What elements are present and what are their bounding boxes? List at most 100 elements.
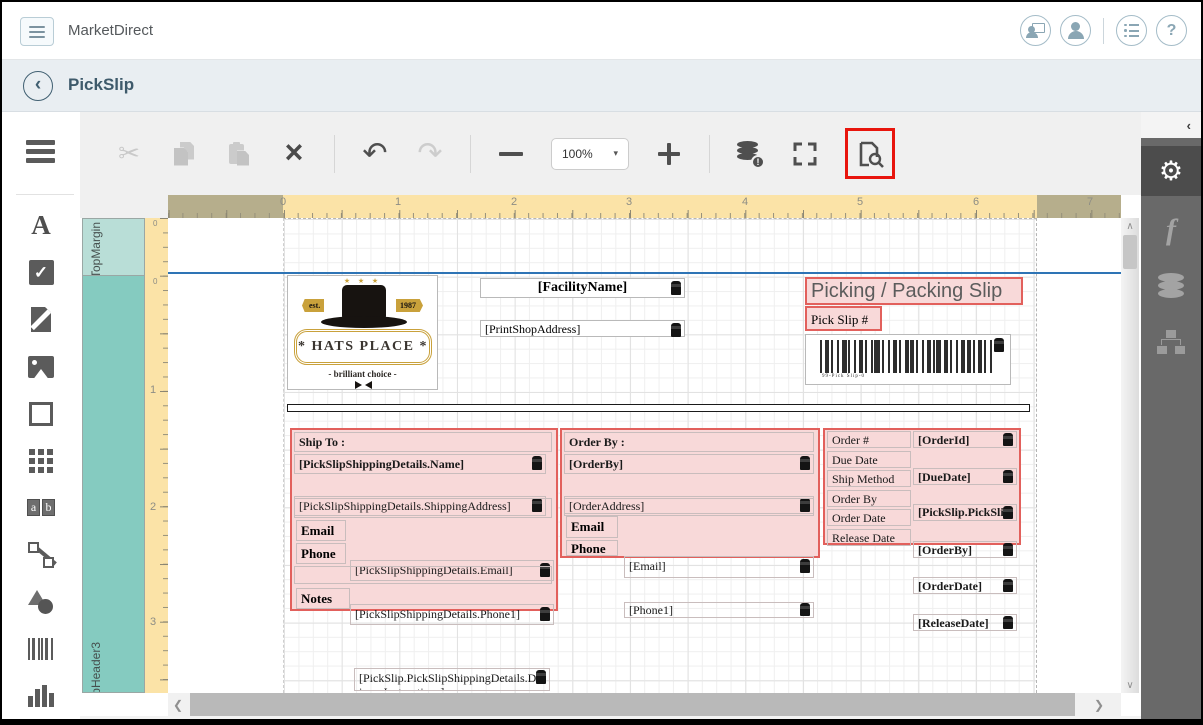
text-tool[interactable]: A [27,212,55,239]
back-chevron-icon: ‹ [35,74,41,96]
horizontal-scroll-thumb[interactable] [190,693,1075,716]
order-by-name-field[interactable]: [OrderBy] [564,454,814,474]
shape-tool[interactable] [27,588,55,615]
paste-icon [229,142,249,166]
scroll-down-arrow[interactable]: ∨ [1121,677,1139,693]
undo-button[interactable]: ↶ [360,139,390,169]
data-field-icon [1003,579,1013,592]
print-shop-address-field[interactable]: [PrintShopAddress] [480,320,685,337]
horizontal-scrollbar[interactable]: ❮ ❯ [168,693,1121,716]
ruler-ticks [160,218,168,693]
pick-slip-number-label[interactable]: Pick Slip # [805,306,882,331]
order-by-title: Order By : [564,432,814,452]
person-body-icon [1026,32,1038,38]
preview-button[interactable] [855,139,885,169]
rich-text-tool[interactable] [27,306,55,333]
scroll-right-arrow[interactable]: ❯ [1089,693,1109,716]
app-title: MarketDirect [68,22,153,39]
stars-icon: ★ ★ ★ [288,277,437,285]
label-tool[interactable]: ab [27,494,55,521]
scroll-left-arrow[interactable]: ❮ [168,693,188,716]
plus-icon [658,143,680,165]
redo-button[interactable]: ↷ [415,139,445,169]
order-phone-field[interactable]: [Phone1] [624,602,814,618]
order-row-label: Due Date [827,451,911,468]
cut-button[interactable]: ✂ [114,139,144,169]
top-header: MarketDirect ? [2,2,1201,60]
order-row-value[interactable]: [OrderId] [913,431,1017,448]
database-alert-icon: ! [737,141,763,167]
ruler-ticks [168,210,1121,218]
order-row-value[interactable]: [OrderDate] [913,577,1017,594]
zoom-value: 100% [562,147,593,161]
tool-list: A ✓ ab [2,212,80,709]
band-group-header[interactable]: GroupHeader3 [82,276,145,693]
ship-notes-field[interactable]: [PickSlip.PickSlipShippingDetails.Delive… [354,668,550,691]
structure-tab[interactable] [1141,320,1201,364]
list-glyph [1124,24,1139,38]
vertical-scrollbar[interactable]: ∧ ∨ [1121,218,1139,693]
chart-tool[interactable] [27,682,55,709]
divider-bar-element[interactable] [287,404,1030,412]
copy-button[interactable] [169,139,199,169]
image-tool[interactable] [27,353,55,380]
help-icon[interactable]: ? [1156,15,1187,46]
data-validation-button[interactable]: ! [735,139,765,169]
ruler-number: 4 [742,196,748,208]
table-tool[interactable] [27,447,55,474]
order-row-label: Ship Method [827,470,911,487]
logo-image-element[interactable]: ★ ★ ★ est. 1987 * HATS PLACE * - brillia… [287,275,438,390]
order-info-table[interactable]: Order # [OrderId] Due Date [DueDate] Shi… [823,428,1021,545]
paste-button[interactable] [224,139,254,169]
order-email-field[interactable]: [Email] [624,556,814,578]
data-field-icon [540,607,550,621]
minus-icon [499,152,523,156]
panel-collapse-button[interactable]: ‹ [1141,112,1201,138]
back-button[interactable]: ‹ [23,71,53,101]
order-row-value[interactable]: [OrderBy] [913,541,1017,558]
settings-tab[interactable]: ⚙ [1141,146,1201,196]
order-by-section[interactable]: Order By : [OrderBy] [OrderAddress] Emai… [560,428,820,558]
rectangle-tool[interactable] [27,400,55,427]
ab-label-icon: ab [27,499,55,516]
fullscreen-button[interactable] [790,139,820,169]
data-field-icon [1003,543,1013,556]
checkbox-tool[interactable]: ✓ [27,259,55,286]
barcode-tool[interactable] [27,635,55,662]
barcode-element[interactable]: 99-Pick Slip-0 [805,334,1011,385]
ship-to-section[interactable]: Ship To : [PickSlipShippingDetails.Name]… [290,428,558,611]
image-icon [28,356,54,378]
zoom-out-button[interactable] [496,139,526,169]
zoom-in-button[interactable] [654,139,684,169]
page-content[interactable]: ★ ★ ★ est. 1987 * HATS PLACE * - brillia… [168,218,1121,693]
band-separator-line[interactable] [168,272,1121,274]
vertical-scroll-thumb[interactable] [1123,235,1137,269]
ship-phone-field[interactable]: [PickSlipShippingDetails.Phone1] [350,604,554,625]
ship-name-field[interactable]: [PickSlipShippingDetails.Name] [294,454,546,474]
data-source-tab[interactable] [1141,264,1201,308]
editor-toolbar: ✂ × ↶ ↷ 100% ▾ ! [80,112,1141,195]
top-hat-icon [342,285,386,318]
list-menu-icon[interactable] [1116,15,1147,46]
order-row-value[interactable]: [ReleaseDate] [913,614,1017,631]
zoom-select[interactable]: 100% ▾ [551,138,629,170]
data-field-icon [671,323,681,337]
order-row-value[interactable]: [DueDate] [913,468,1017,485]
horizontal-ruler: 0 1 2 3 4 5 6 7 [168,195,1121,218]
scroll-up-arrow[interactable]: ∧ [1121,218,1139,234]
band-top-margin[interactable]: TopMargin [82,218,145,276]
order-row-value[interactable]: [PickSlip.PickSlipShippingDetails] [913,504,1017,521]
delete-button[interactable]: × [279,139,309,169]
slip-title-element[interactable]: Picking / Packing Slip [805,277,1023,305]
email-label: Email [296,520,346,541]
facility-name-field[interactable]: [FacilityName] [480,278,685,298]
support-chat-icon[interactable] [1020,15,1051,46]
data-field-icon [536,670,546,684]
functions-tab[interactable]: f [1141,208,1201,252]
bottom-strip [80,716,1141,719]
account-icon[interactable] [1060,15,1091,46]
line-tool[interactable] [27,541,55,568]
menu-toggle-button[interactable] [20,17,54,46]
document-pen-icon [31,307,51,332]
palette-menu-icon[interactable] [26,140,55,163]
